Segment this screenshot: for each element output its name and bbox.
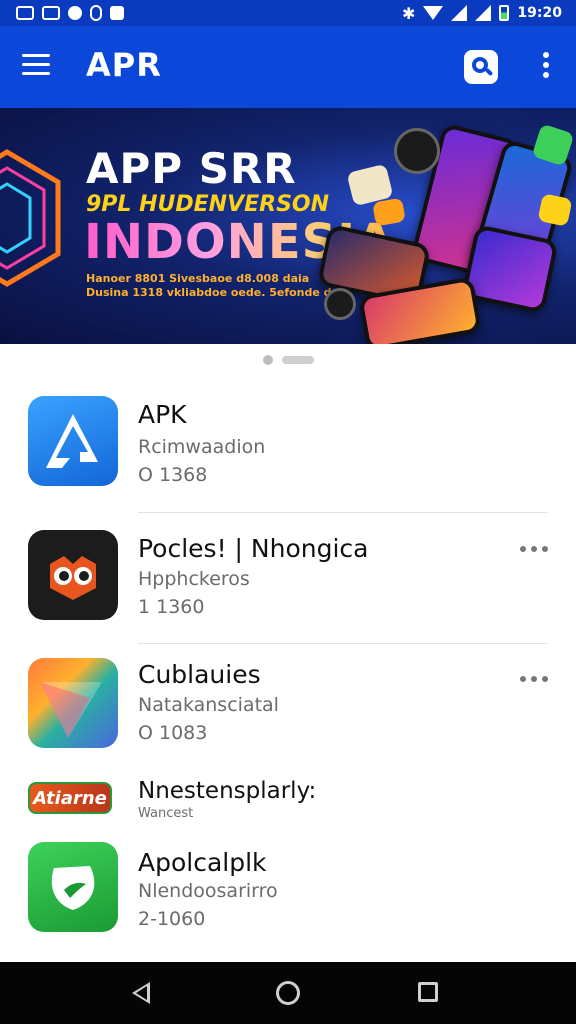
menu-icon[interactable] (22, 54, 50, 78)
more-horiz-icon[interactable] (520, 676, 548, 684)
app-sticker-icon (537, 193, 573, 227)
item-subtitle: Wancest (138, 806, 194, 821)
search-icon[interactable] (464, 50, 498, 84)
list-item[interactable]: Cublauies Natakansciatal O 1083 (0, 658, 576, 756)
signal-icon (451, 5, 468, 21)
badge-circle-icon (324, 288, 356, 320)
divider (138, 512, 548, 513)
item-title: APK (138, 400, 187, 429)
list-item[interactable]: Pocles! | Nhongica Hpphckeros 1 1360 (0, 530, 576, 642)
list-item[interactable]: APK Rcimwaadion O 1368 (0, 396, 576, 512)
banner-title: APP SRR (86, 144, 297, 193)
status-system-icons: ✱ 19:20 (402, 4, 562, 23)
promo-banner[interactable]: APP SRR 9PL HUDENVERSON INDONESIA Hanoer… (0, 108, 576, 344)
badge-icon: Atiarne (28, 782, 112, 814)
notification-app-icon (16, 6, 34, 20)
hexagon-decoration-icon (0, 149, 61, 287)
apk-icon (28, 396, 118, 486)
system-nav-bar (0, 962, 576, 1024)
divider (138, 643, 548, 644)
item-size: 1 1360 (138, 596, 205, 618)
play-triangle-icon (28, 658, 118, 748)
notification-app-icon (90, 5, 102, 21)
item-title: Nnestensplarly: (138, 778, 317, 804)
recents-icon[interactable] (418, 982, 438, 1002)
owl-icon (28, 530, 118, 620)
app-title: APR (86, 46, 162, 84)
item-size: 2-1060 (138, 908, 206, 930)
status-time: 19:20 (517, 5, 562, 21)
status-bar: ✱ 19:20 (0, 0, 576, 26)
app-sticker-icon (372, 197, 406, 227)
badge-circle-icon (394, 128, 440, 174)
notification-app-icon (110, 6, 124, 20)
home-icon[interactable] (276, 981, 300, 1005)
item-title: Apolcalplk (138, 848, 267, 877)
banner-small-text: Dusina 1318 vkliabdoe oede. 5efonde do (86, 286, 340, 299)
wifi-icon (423, 6, 444, 20)
item-subtitle: Natakansciatal (138, 694, 279, 716)
notification-app-icon (42, 6, 60, 20)
item-size: O 1368 (138, 464, 208, 486)
more-vert-icon[interactable] (536, 52, 556, 82)
app-bar: APR (0, 26, 576, 108)
back-icon[interactable] (132, 982, 150, 1004)
item-subtitle: Rcimwaadion (138, 436, 266, 458)
notification-app-icon (68, 6, 82, 20)
status-notifications (16, 5, 124, 21)
banner-small-text: Hanoer 8801 Sivesbaoe d8.008 daia (86, 272, 310, 285)
leaf-icon (28, 842, 118, 932)
badge-label: Atiarne (33, 787, 107, 809)
battery-icon (499, 5, 510, 21)
item-title: Cublauies (138, 660, 261, 689)
page-dot (263, 355, 273, 365)
banner-page-indicator (0, 354, 576, 366)
list-item[interactable]: Apolcalplk Nlendoosarirro 2-1060 (0, 842, 576, 942)
item-title: Pocles! | Nhongica (138, 534, 369, 563)
page-dot-active (282, 356, 314, 364)
bluetooth-icon: ✱ (402, 3, 416, 23)
signal-icon (475, 5, 492, 21)
list-item[interactable]: Atiarne Nnestensplarly: Wancest (0, 776, 576, 826)
item-subtitle: Nlendoosarirro (138, 880, 278, 902)
item-subtitle: Hpphckeros (138, 568, 250, 590)
more-horiz-icon[interactable] (520, 546, 548, 554)
item-size: O 1083 (138, 722, 208, 744)
